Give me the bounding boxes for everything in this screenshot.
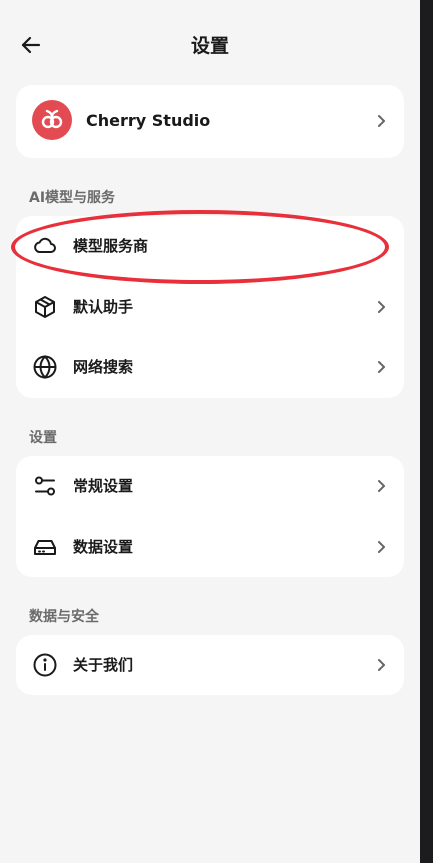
menu-item-model-providers[interactable]: 模型服务商 (16, 216, 404, 276)
info-icon (32, 652, 58, 678)
page-title: 设置 (190, 35, 229, 57)
ai-services-card: 模型服务商 默认助手 网络搜索 (16, 216, 404, 398)
about-card: 关于我们 (16, 635, 404, 695)
menu-item-label: 关于我们 (73, 656, 134, 674)
chevron-right-icon (378, 115, 385, 127)
menu-item-about[interactable]: 关于我们 (16, 635, 404, 695)
app-card[interactable]: Cherry Studio (16, 85, 404, 158)
sliders-icon (32, 473, 58, 499)
status-bar (0, 0, 420, 10)
cherry-logo-icon (32, 100, 72, 140)
chevron-right-icon (378, 301, 385, 313)
chevron-right-icon (378, 541, 385, 553)
menu-item-label: 常规设置 (73, 477, 134, 495)
cloud-icon (32, 233, 58, 259)
app-name: Cherry Studio (86, 111, 211, 130)
menu-item-general-settings[interactable]: 常规设置 (16, 456, 404, 516)
chevron-right-icon (378, 659, 385, 671)
section-title-ai: AI模型与服务 (29, 190, 116, 206)
settings-card: 常规设置 数据设置 (16, 456, 404, 577)
settings-screen: 设置 Cherry Studio AI模型与服务 模型服务商 默认助手 网络搜索… (0, 0, 420, 863)
box-icon (32, 294, 58, 320)
chevron-right-icon (378, 361, 385, 373)
section-title-data-security: 数据与安全 (29, 609, 99, 625)
menu-item-label: 网络搜索 (73, 358, 134, 376)
globe-icon (32, 354, 58, 380)
header: 设置 (0, 26, 420, 64)
section-title-settings: 设置 (29, 430, 57, 446)
menu-item-label: 模型服务商 (73, 237, 149, 255)
menu-item-label: 默认助手 (73, 298, 134, 316)
chevron-right-icon (378, 480, 385, 492)
hard-drive-icon (32, 534, 58, 560)
menu-item-web-search[interactable]: 网络搜索 (16, 337, 404, 397)
menu-item-default-assistant[interactable]: 默认助手 (16, 277, 404, 337)
menu-item-label: 数据设置 (73, 538, 134, 556)
menu-item-data-settings[interactable]: 数据设置 (16, 517, 404, 577)
